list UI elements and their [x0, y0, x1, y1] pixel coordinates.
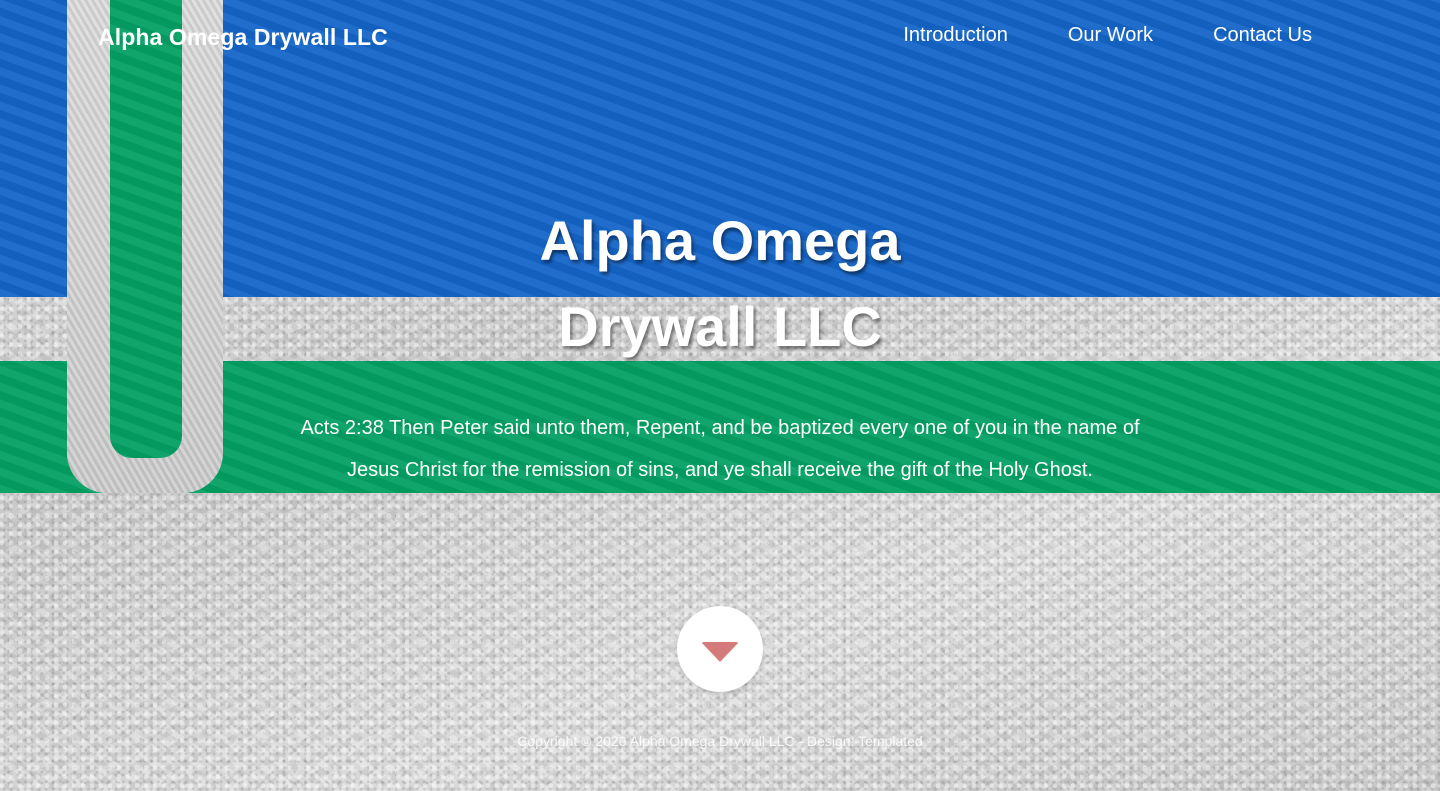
footer-copyright: Copyright © 2020 Alpha Omega Drywall LLC…	[517, 733, 923, 749]
hero-title-line1: Alpha Omega	[539, 209, 901, 272]
nav-link-our-work[interactable]: Our Work	[1068, 24, 1153, 47]
nav-link-introduction[interactable]: Introduction	[903, 24, 1008, 47]
nav-links: Introduction Our Work Contact Us	[903, 24, 1312, 47]
brand-link[interactable]: Alpha Omega Drywall LLC	[98, 24, 388, 51]
hero-title-line2: Drywall LLC	[558, 295, 882, 358]
hero-verse-line2: Jesus Christ for the remission of sins, …	[347, 459, 1093, 481]
hero-verse: Acts 2:38 Then Peter said unto them, Rep…	[260, 407, 1180, 491]
caret-down-icon	[701, 642, 739, 662]
hero-title: Alpha Omega Drywall LLC	[470, 198, 970, 370]
top-nav: Alpha Omega Drywall LLC Introduction Our…	[0, 0, 1440, 76]
scroll-down-button[interactable]	[677, 606, 763, 692]
page: Alpha Omega Drywall LLC Introduction Our…	[0, 0, 1440, 791]
nav-link-contact-us[interactable]: Contact Us	[1213, 24, 1312, 47]
hero-verse-line1: Acts 2:38 Then Peter said unto them, Rep…	[300, 417, 1140, 439]
